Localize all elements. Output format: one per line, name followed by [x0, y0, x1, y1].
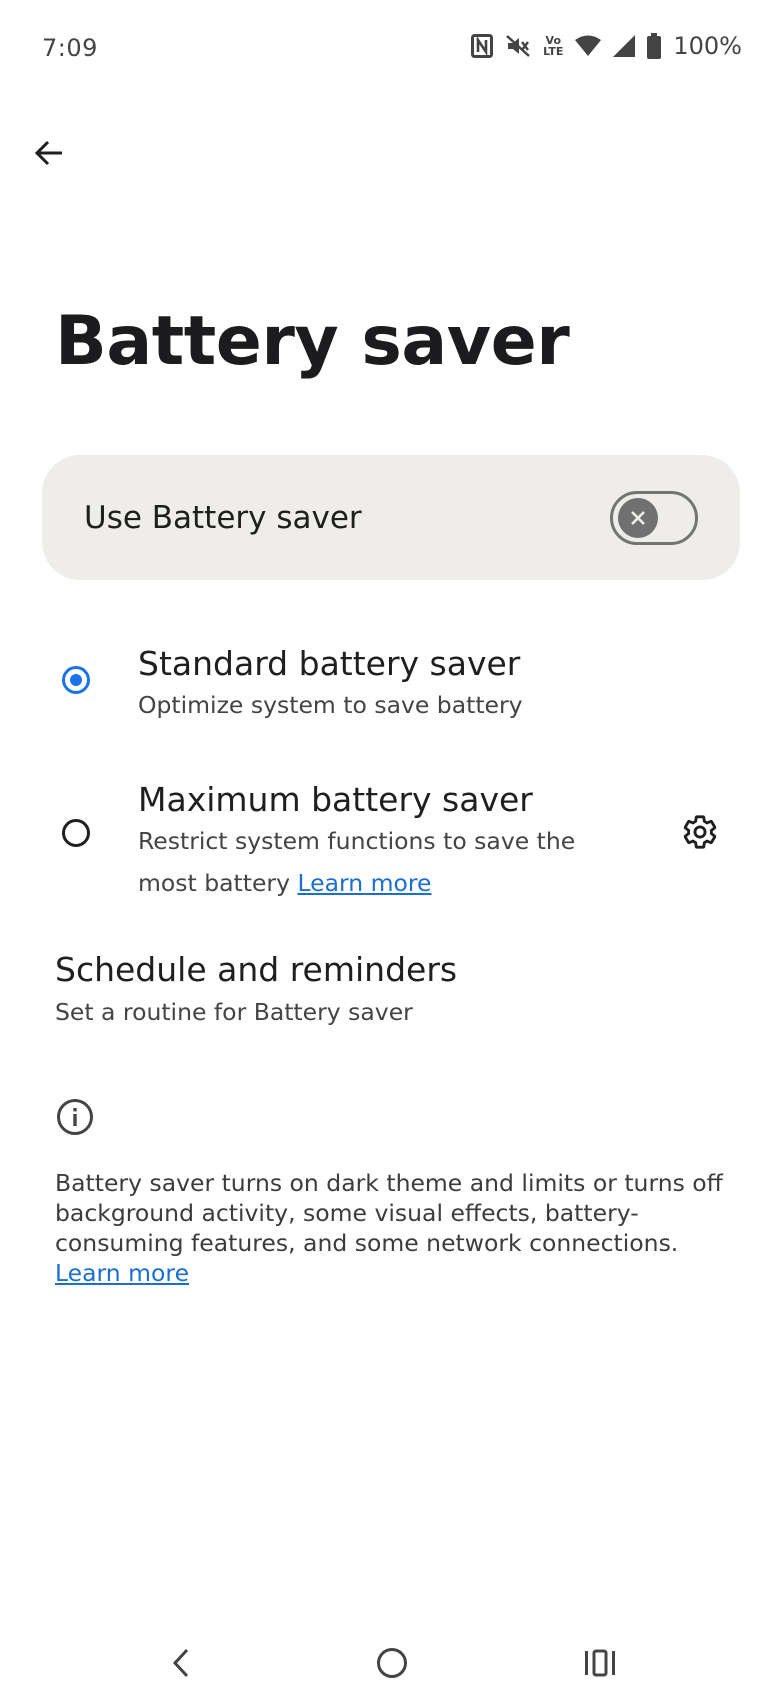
schedule-title: Schedule and reminders	[55, 950, 458, 989]
status-time: 7:09	[42, 34, 98, 62]
option-standard-battery-saver[interactable]: Standard battery saver Optimize system t…	[0, 640, 782, 730]
option-title: Standard battery saver	[138, 644, 521, 683]
info-icon	[56, 1098, 94, 1140]
radio-maximum[interactable]	[62, 819, 90, 847]
option-title: Maximum battery saver	[138, 780, 533, 819]
option-maximum-battery-saver[interactable]: Maximum battery saver Restrict system fu…	[0, 776, 782, 906]
learn-more-link[interactable]: Learn more	[297, 869, 431, 897]
wifi-icon	[575, 35, 602, 57]
toggle-knob	[618, 497, 658, 538]
battery-saver-toggle[interactable]	[610, 490, 698, 545]
volte-label-bottom: LTE	[543, 45, 564, 58]
schedule-and-reminders-row[interactable]: Schedule and reminders Set a routine for…	[0, 950, 782, 1050]
nav-recents-button[interactable]	[570, 1640, 630, 1686]
nav-home-button[interactable]	[362, 1640, 422, 1686]
volte-icon: Vo LTE	[543, 35, 563, 57]
option-summary-wrap: Restrict system functions to save the mo…	[138, 820, 628, 904]
close-icon	[631, 510, 645, 525]
battery-icon	[647, 33, 662, 59]
schedule-summary: Set a routine for Battery saver	[55, 998, 413, 1026]
use-battery-saver-label: Use Battery saver	[84, 499, 362, 536]
radio-standard[interactable]	[62, 666, 90, 694]
nav-back-button[interactable]	[152, 1640, 212, 1686]
nfc-icon	[471, 34, 494, 58]
nav-recents-icon	[585, 1649, 615, 1677]
option-summary: Optimize system to save battery	[138, 691, 523, 719]
cell-signal-icon	[613, 35, 636, 57]
back-button[interactable]	[26, 130, 72, 176]
use-battery-saver-switch-row[interactable]: Use Battery saver	[42, 455, 740, 580]
footer-description: Battery saver turns on dark theme and li…	[55, 1168, 735, 1288]
nav-home-icon	[377, 1648, 407, 1678]
nav-back-icon	[172, 1648, 189, 1678]
footer-text: Battery saver turns on dark theme and li…	[55, 1169, 723, 1257]
gear-icon	[683, 815, 717, 849]
status-icons: Vo LTE 100%	[471, 32, 742, 60]
arrow-back-icon	[34, 140, 62, 166]
footer-learn-more-link[interactable]: Learn more	[55, 1259, 189, 1287]
battery-percent: 100%	[673, 32, 742, 60]
maximum-saver-settings-button[interactable]	[676, 808, 724, 856]
mute-icon	[505, 34, 531, 58]
page-title: Battery saver	[55, 302, 570, 381]
